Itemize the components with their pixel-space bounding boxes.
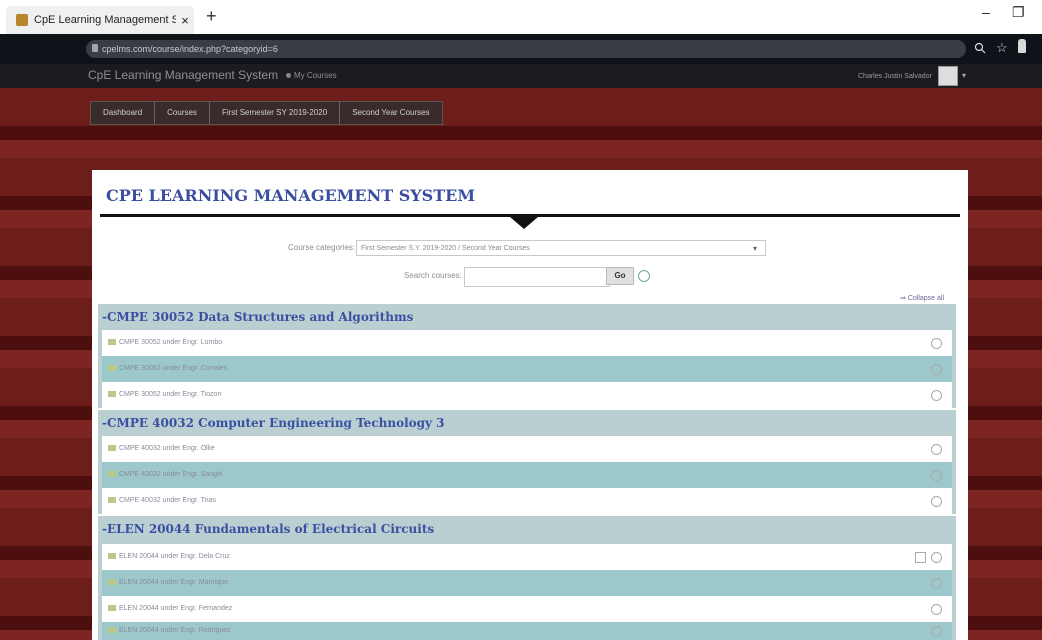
breadcrumb-second-year[interactable]: Second Year Courses (340, 102, 441, 124)
info-icon[interactable] (931, 470, 942, 481)
course-name: ELEN 20044 under Engr. Rodriguez (119, 627, 231, 634)
search-courses-input[interactable] (464, 267, 610, 287)
title-divider-notch (510, 217, 538, 229)
course-row[interactable]: CMPE 40032 under Engr. Ollie (102, 436, 952, 462)
course-icon (108, 339, 116, 346)
category-name: -CMPE 40032 Computer Engineering Technol… (102, 416, 445, 430)
category-name-text: CMPE 40032 Computer Engineering Technolo… (106, 416, 445, 430)
info-icon[interactable] (931, 496, 942, 507)
course-name: CMPE 40032 under Engr. Trias (119, 497, 216, 504)
info-icon[interactable] (931, 444, 942, 455)
enrol-key-icon[interactable] (915, 552, 926, 563)
browser-tab[interactable]: CpE Learning Management Syste × (6, 6, 194, 34)
course-row[interactable]: CMPE 40032 under Engr. Sangel (102, 462, 952, 488)
category-name: -ELEN 20044 Fundamentals of Electrical C… (102, 522, 435, 536)
course-name: CMPE 30052 under Engr. Lumbo (119, 339, 223, 346)
course-icon (108, 471, 116, 478)
category-name-text: CMPE 30052 Data Structures and Algorithm… (106, 310, 414, 324)
info-icon[interactable] (931, 604, 942, 615)
browser-tab-strip: CpE Learning Management Syste × + – ❐ (0, 0, 1042, 34)
category-header[interactable]: -ELEN 20044 Fundamentals of Electrical C… (98, 516, 956, 540)
category-header[interactable]: -CMPE 30052 Data Structures and Algorith… (98, 304, 956, 328)
breadcrumb-semester[interactable]: First Semester SY 2019-2020 (210, 102, 341, 124)
extension-icon[interactable] (1018, 39, 1026, 53)
category-name: -CMPE 30052 Data Structures and Algorith… (102, 310, 414, 324)
course-name: ELEN 20044 under Engr. Fernandez (119, 605, 233, 612)
user-name[interactable]: Charles Justin Salvador (858, 73, 932, 80)
tab-title: CpE Learning Management Syste (34, 14, 176, 26)
new-tab-button[interactable]: + (206, 6, 217, 27)
course-name: ELEN 20044 under Engr. Manrique (119, 579, 228, 586)
course-link[interactable]: CMPE 30052 under Engr. Corrales (108, 365, 227, 372)
minimize-button[interactable]: – (982, 4, 990, 20)
collapse-all-label: Collapse all (907, 295, 944, 302)
page-title: CPE LEARNING MANAGEMENT SYSTEM (106, 186, 476, 205)
course-icon (108, 579, 116, 586)
course-icon (108, 445, 116, 452)
category-label: Course categories: (288, 243, 356, 252)
course-link[interactable]: CMPE 30052 under Engr. Tiozon (108, 391, 221, 398)
category-header[interactable]: -CMPE 40032 Computer Engineering Technol… (98, 410, 956, 434)
my-courses-label: My Courses (294, 71, 337, 80)
url-field[interactable]: cpelms.com/course/index.php?categoryid=6 (86, 40, 966, 58)
url-text: cpelms.com/course/index.php?categoryid=6 (102, 44, 278, 54)
course-row[interactable]: CMPE 30052 under Engr. Tiozon (102, 382, 952, 408)
course-link[interactable]: ELEN 20044 under Engr. Rodriguez (108, 627, 231, 634)
course-link[interactable]: ELEN 20044 under Engr. Fernandez (108, 605, 232, 612)
course-name: CMPE 40032 under Engr. Sangel (119, 471, 223, 478)
info-icon[interactable] (931, 390, 942, 401)
course-row[interactable]: CMPE 30052 under Engr. Lumbo (102, 330, 952, 356)
my-courses-menu[interactable]: My Courses (286, 71, 337, 80)
info-icon[interactable] (931, 338, 942, 349)
course-icon (108, 627, 116, 634)
course-row[interactable]: ELEN 20044 under Engr. Dela Cruz (102, 544, 952, 570)
info-icon[interactable] (931, 364, 942, 375)
course-link[interactable]: CMPE 40032 under Engr. Ollie (108, 445, 215, 452)
site-brand[interactable]: CpE Learning Management System (88, 68, 278, 82)
category-select[interactable]: First Semester S.Y. 2019-2020 / Second Y… (356, 240, 766, 256)
course-icon (108, 365, 116, 372)
course-link[interactable]: ELEN 20044 under Engr. Manrique (108, 579, 228, 586)
breadcrumb: Dashboard Courses First Semester SY 2019… (90, 101, 443, 125)
course-icon (108, 605, 116, 612)
category-name-text: ELEN 20044 Fundamentals of Electrical Ci… (106, 522, 435, 536)
course-row[interactable]: ELEN 20044 under Engr. Rodriguez (102, 622, 952, 640)
course-link[interactable]: CMPE 40032 under Engr. Trias (108, 497, 216, 504)
course-row[interactable]: ELEN 20044 under Engr. Fernandez (102, 596, 952, 622)
avatar[interactable] (938, 66, 958, 86)
breadcrumb-courses[interactable]: Courses (155, 102, 210, 124)
info-icon[interactable] (931, 626, 942, 637)
main-panel: CPE LEARNING MANAGEMENT SYSTEM Course ca… (92, 170, 968, 640)
star-icon[interactable]: ☆ (996, 40, 1008, 56)
help-icon[interactable] (638, 270, 650, 282)
course-name: CMPE 40032 under Engr. Ollie (119, 445, 215, 452)
moodle-favicon-icon (16, 14, 28, 26)
course-link[interactable]: CMPE 40032 under Engr. Sangel (108, 471, 223, 478)
breadcrumb-dashboard[interactable]: Dashboard (91, 102, 156, 124)
course-link[interactable]: CMPE 30052 under Engr. Lumbo (108, 339, 222, 346)
course-link[interactable]: ELEN 20044 under Engr. Dela Cruz (108, 553, 230, 560)
collapse-all-link[interactable]: ⇒ Collapse all (900, 294, 944, 302)
tab-close-icon[interactable]: × (176, 13, 194, 28)
my-courses-icon (286, 73, 291, 78)
lock-icon (92, 44, 98, 52)
course-icon (108, 497, 116, 504)
course-name: ELEN 20044 under Engr. Dela Cruz (119, 553, 230, 560)
maximize-button[interactable]: ❐ (1012, 4, 1025, 21)
search-courses-label: Search courses: (404, 271, 462, 280)
course-row[interactable]: CMPE 30052 under Engr. Corrales (102, 356, 952, 382)
course-name: CMPE 30052 under Engr. Corrales (119, 365, 228, 372)
course-name: CMPE 30052 under Engr. Tiozon (119, 391, 222, 398)
course-icon (108, 553, 116, 560)
category-select-value: First Semester S.Y. 2019-2020 / Second Y… (361, 245, 530, 252)
search-icon[interactable] (974, 42, 986, 54)
course-icon (108, 391, 116, 398)
course-row[interactable]: ELEN 20044 under Engr. Manrique (102, 570, 952, 596)
go-button[interactable]: Go (606, 267, 634, 285)
info-icon[interactable] (931, 578, 942, 589)
info-icon[interactable] (931, 552, 942, 563)
user-menu-caret-icon[interactable]: ▾ (962, 71, 966, 80)
course-row[interactable]: CMPE 40032 under Engr. Trias (102, 488, 952, 514)
chevron-down-icon: ▾ (752, 244, 757, 253)
